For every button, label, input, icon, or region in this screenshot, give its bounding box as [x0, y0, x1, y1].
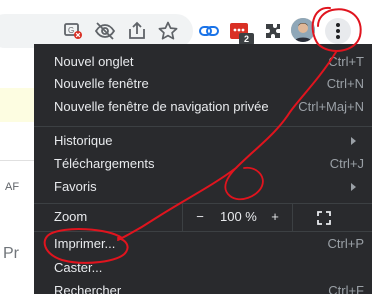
- menu-separator: [34, 126, 372, 127]
- menu-item-cast[interactable]: Caster...: [34, 257, 372, 279]
- star-icon[interactable]: [157, 20, 179, 42]
- kebab-menu-icon[interactable]: [325, 18, 351, 44]
- menu-item-new-incognito-window[interactable]: Nouvelle fenêtre de navigation privée Ct…: [34, 96, 372, 118]
- avatar[interactable]: [291, 18, 315, 42]
- share-icon[interactable]: [126, 20, 148, 42]
- zoom-divider: [292, 203, 293, 231]
- menu-item-label: Nouvel onglet: [54, 54, 134, 69]
- svg-text:G: G: [68, 26, 74, 35]
- menu-item-bookmarks[interactable]: Favoris: [34, 176, 372, 198]
- submenu-arrow-icon: [351, 183, 356, 191]
- puzzle-icon[interactable]: [262, 20, 284, 42]
- zoom-label: Zoom: [54, 209, 88, 224]
- menu-item-label: Rechercher: [54, 283, 122, 294]
- menu-item-shortcut: Ctrl+Maj+N: [298, 99, 364, 114]
- menu-item-label: Imprimer...: [54, 236, 116, 251]
- menu-item-label: Nouvelle fenêtre: [54, 76, 149, 91]
- menu-zoom-row: Zoom − 100 % +: [34, 203, 372, 231]
- zoom-level: 100 %: [220, 209, 257, 224]
- fullscreen-icon[interactable]: [317, 210, 331, 225]
- zoom-divider: [182, 203, 183, 231]
- chrome-main-menu: Nouvel onglet Ctrl+T Nouvelle fenêtre Ct…: [34, 44, 372, 294]
- menu-item-new-window[interactable]: Nouvelle fenêtre Ctrl+N: [34, 73, 372, 95]
- menu-item-shortcut: Ctrl+P: [327, 236, 364, 251]
- menu-separator: [34, 203, 372, 204]
- page-text-fragment: AF: [5, 181, 20, 193]
- translate-off-icon[interactable]: G: [62, 20, 84, 42]
- menu-separator: [34, 231, 372, 232]
- submenu-arrow-icon: [351, 137, 356, 145]
- menu-item-shortcut: Ctrl+T: [328, 54, 364, 69]
- menu-item-label: Caster...: [54, 260, 103, 275]
- zoom-in-button[interactable]: +: [268, 206, 282, 228]
- menu-item-shortcut: Ctrl+F: [328, 283, 364, 294]
- menu-item-label: Téléchargements: [54, 156, 155, 171]
- page-banner: [0, 88, 34, 122]
- menu-item-label: Favoris: [54, 179, 97, 194]
- menu-item-find[interactable]: Rechercher Ctrl+F: [34, 280, 372, 294]
- link-extension-icon[interactable]: [198, 20, 220, 42]
- menu-item-downloads[interactable]: Téléchargements Ctrl+J: [34, 153, 372, 175]
- page-text-fragment: Pr: [3, 245, 19, 262]
- zoom-out-button[interactable]: −: [193, 206, 207, 228]
- menu-item-shortcut: Ctrl+N: [326, 76, 364, 91]
- page-divider: [0, 160, 34, 161]
- menu-item-new-tab[interactable]: Nouvel onglet Ctrl+T: [34, 51, 372, 73]
- menu-item-label: Nouvelle fenêtre de navigation privée: [54, 99, 269, 114]
- menu-item-label: Historique: [54, 133, 113, 148]
- menu-item-shortcut: Ctrl+J: [329, 156, 364, 171]
- menu-item-history[interactable]: Historique: [34, 130, 372, 152]
- menu-item-print[interactable]: Imprimer... Ctrl+P: [34, 233, 372, 255]
- eye-off-icon[interactable]: [94, 20, 116, 42]
